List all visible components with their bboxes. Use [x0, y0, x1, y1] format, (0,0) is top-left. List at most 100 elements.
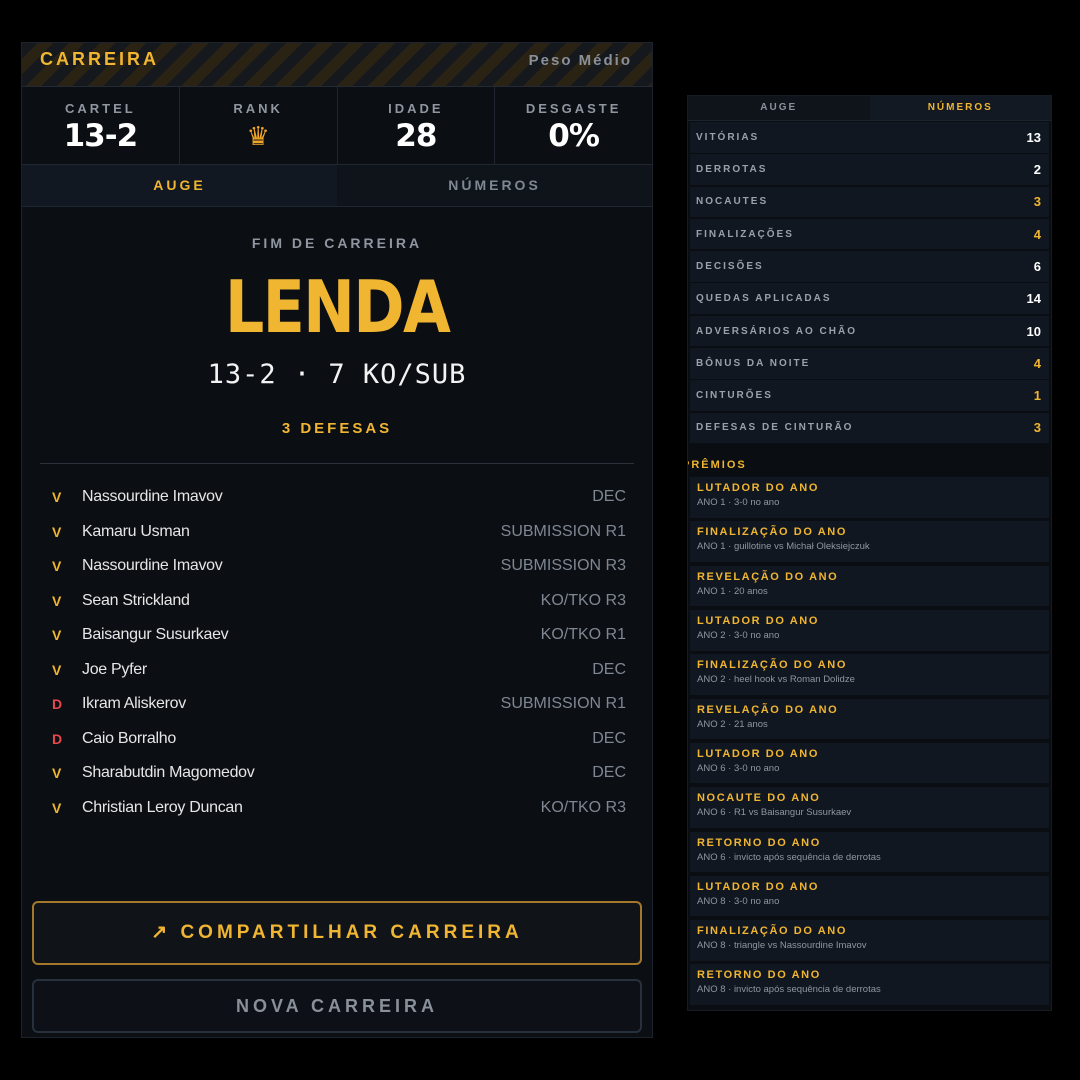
panel-stat-label: FINALIZAÇÕES	[696, 228, 794, 240]
tab-auge[interactable]: AUGE	[22, 165, 337, 206]
award-detail: ANO 8 · triangle vs Nassourdine Imavov	[697, 940, 867, 952]
award-title: REVELAÇÃO DO ANO	[697, 703, 839, 716]
award-item: FINALIZAÇÃO DO ANO ANO 8 · triangle vs Na…	[690, 920, 1049, 961]
fight-method: DEC	[592, 729, 626, 747]
fight-opponent: Christian Leroy Duncan	[82, 798, 243, 816]
fight-opponent: Caio Borralho	[82, 729, 176, 747]
panel-tab-numeros[interactable]: NÚMEROS	[869, 96, 1051, 120]
award-title: LUTADOR DO ANO	[697, 747, 820, 760]
fight-method: DEC	[592, 660, 626, 678]
end-label: FIM DE CARREIRA	[251, 235, 423, 251]
stat-value: 28	[395, 118, 437, 154]
panel-stat-label: NOCAUTES	[696, 196, 769, 208]
awards-title: PRÊMIOS	[687, 459, 747, 472]
panel-stat-value: 2	[1033, 162, 1041, 178]
career-card: CARREIRA Peso Médio CARTEL 13-2 RANK ♛ I…	[21, 42, 653, 1038]
career-status-title: LENDA	[224, 265, 451, 349]
panel-stat-value: 4	[1033, 226, 1041, 242]
panel-stats-list: VITÓRIAS 13 DERROTAS 2 NOCAUTES 3 FINALIZAÇÕES…	[688, 121, 1051, 444]
stat-label: CARTEL	[65, 101, 136, 116]
panel-tab-auge[interactable]: AUGE	[688, 96, 870, 120]
fight-row: V Sharabutdin Magomedov DEC	[52, 756, 626, 791]
defenses-count: 3 DEFESAS	[281, 420, 393, 437]
weight-class: Peso Médio	[528, 52, 632, 69]
stat-label: IDADE	[388, 101, 444, 116]
panel-stat-label: CINTURÕES	[696, 390, 773, 402]
fight-row: V Kamaru Usman SUBMISSION R1	[52, 515, 626, 550]
record-line: 13-2 · 7 KO/SUB	[207, 359, 467, 390]
fight-opponent: Kamaru Usman	[82, 522, 190, 540]
fight-opponent: Sean Strickland	[82, 591, 190, 609]
panel-stat-label: ADVERSÁRIOS AO CHÃO	[696, 325, 857, 337]
award-title: RETORNO DO ANO	[697, 969, 821, 982]
career-title: CARREIRA	[40, 49, 160, 69]
fight-row: V Baisangur Susurkaev KO/TKO R1	[52, 618, 626, 653]
panel-stat-row: BÔNUS DA NOITE 4	[690, 348, 1049, 379]
award-detail: ANO 8 · invicto após sequência de derrot…	[697, 984, 881, 996]
panel-stat-row: NOCAUTES 3	[690, 186, 1049, 218]
award-title: LUTADOR DO ANO	[697, 482, 820, 495]
panel-stat-value: 13	[1026, 129, 1041, 145]
panel-stat-label: DECISÕES	[696, 260, 764, 272]
fight-method: SUBMISSION R1	[500, 522, 626, 540]
share-career-button[interactable]: ↗ COMPARTILHAR CARREIRA	[32, 901, 642, 965]
fight-result: V	[52, 799, 62, 816]
fight-row: V Nassourdine Imavov DEC	[52, 480, 626, 515]
panel-stat-row: DERROTAS 2	[690, 154, 1049, 185]
panel-stat-value: 6	[1033, 258, 1041, 274]
award-detail: ANO 6 · 3-0 no ano	[697, 762, 780, 774]
panel-stat-label: VITÓRIAS	[696, 131, 760, 143]
fight-result: V	[52, 661, 62, 678]
fight-result: V	[52, 558, 62, 575]
award-detail: ANO 6 · R1 vs Baisangur Susurkaev	[697, 807, 852, 819]
tab-numeros[interactable]: NÚMEROS	[337, 165, 652, 206]
award-detail: ANO 1 · guillotine vs Michał Oleksiejczu…	[697, 541, 870, 553]
new-career-button[interactable]: NOVA CARREIRA	[32, 979, 642, 1033]
fight-result: V	[52, 523, 62, 540]
fight-opponent: Joe Pyfer	[82, 660, 147, 678]
panel-stat-row: DECISÕES 6	[690, 251, 1049, 282]
award-item: FINALIZAÇÃO DO ANO ANO 1 · guillotine vs …	[690, 521, 1049, 562]
panel-stat-value: 4	[1033, 355, 1041, 371]
panel-stat-value: 3	[1033, 420, 1041, 436]
panel-stat-label: QUEDAS APLICADAS	[696, 293, 832, 305]
award-item: LUTADOR DO ANO ANO 2 · 3-0 no ano	[690, 610, 1049, 651]
stat-wear: DESGASTE 0%	[495, 87, 652, 164]
award-title: FINALIZAÇÃO DO ANO	[697, 925, 847, 938]
fight-row: V Joe Pyfer DEC	[52, 653, 626, 688]
fight-method: DEC	[592, 488, 626, 506]
award-item: REVELAÇÃO DO ANO ANO 2 · 21 anos	[690, 698, 1049, 740]
fight-result: D	[52, 730, 63, 747]
award-detail: ANO 8 · 3-0 no ano	[697, 895, 780, 907]
panel-stat-row: ADVERSÁRIOS AO CHÃO 10	[690, 315, 1049, 347]
award-title: LUTADOR DO ANO	[697, 880, 820, 893]
stat-label: RANK	[233, 101, 283, 116]
panel-stat-row: CINTURÕES 1	[690, 380, 1049, 411]
stat-record: CARTEL 13-2	[22, 87, 180, 164]
panel-tab-bar: AUGE NÚMEROS	[688, 96, 1051, 121]
fight-row: V Sean Strickland KO/TKO R3	[52, 584, 626, 619]
award-title: NOCAUTE DO ANO	[697, 792, 821, 805]
panel-stat-value: 10	[1026, 323, 1041, 339]
award-detail: ANO 2 · 21 anos	[697, 718, 768, 730]
award-item: LUTADOR DO ANO ANO 8 · 3-0 no ano	[690, 875, 1049, 917]
award-title: FINALIZAÇÃO DO ANO	[697, 526, 847, 539]
award-detail: ANO 6 · invicto após sequência de derrot…	[697, 851, 881, 863]
award-item: REVELAÇÃO DO ANO ANO 1 · 20 anos	[690, 565, 1049, 607]
numbers-panel: AUGE NÚMEROS VITÓRIAS 13 DERROTAS 2 NOCAUTES…	[687, 95, 1052, 1011]
fight-result: D	[52, 696, 63, 713]
tab-bar: AUGE NÚMEROS	[22, 165, 652, 207]
fight-row: D Caio Borralho DEC	[52, 722, 626, 757]
fight-row: D Ikram Aliskerov SUBMISSION R1	[52, 687, 626, 722]
fight-result: V	[52, 765, 62, 782]
panel-stat-row: DEFESAS DE CINTURÃO 3	[690, 412, 1049, 444]
career-summary: FIM DE CARREIRA LENDA 13-2 · 7 KO/SUB 3 …	[22, 235, 652, 437]
fight-result: V	[52, 489, 62, 506]
panel-stat-value: 1	[1033, 388, 1041, 404]
award-title: LUTADOR DO ANO	[697, 615, 820, 628]
fight-result: V	[52, 627, 62, 644]
fight-result: V	[52, 592, 62, 609]
award-detail: ANO 1 · 3-0 no ano	[697, 497, 780, 509]
fight-opponent: Ikram Aliskerov	[82, 695, 186, 713]
panel-stat-value: 3	[1033, 194, 1041, 210]
